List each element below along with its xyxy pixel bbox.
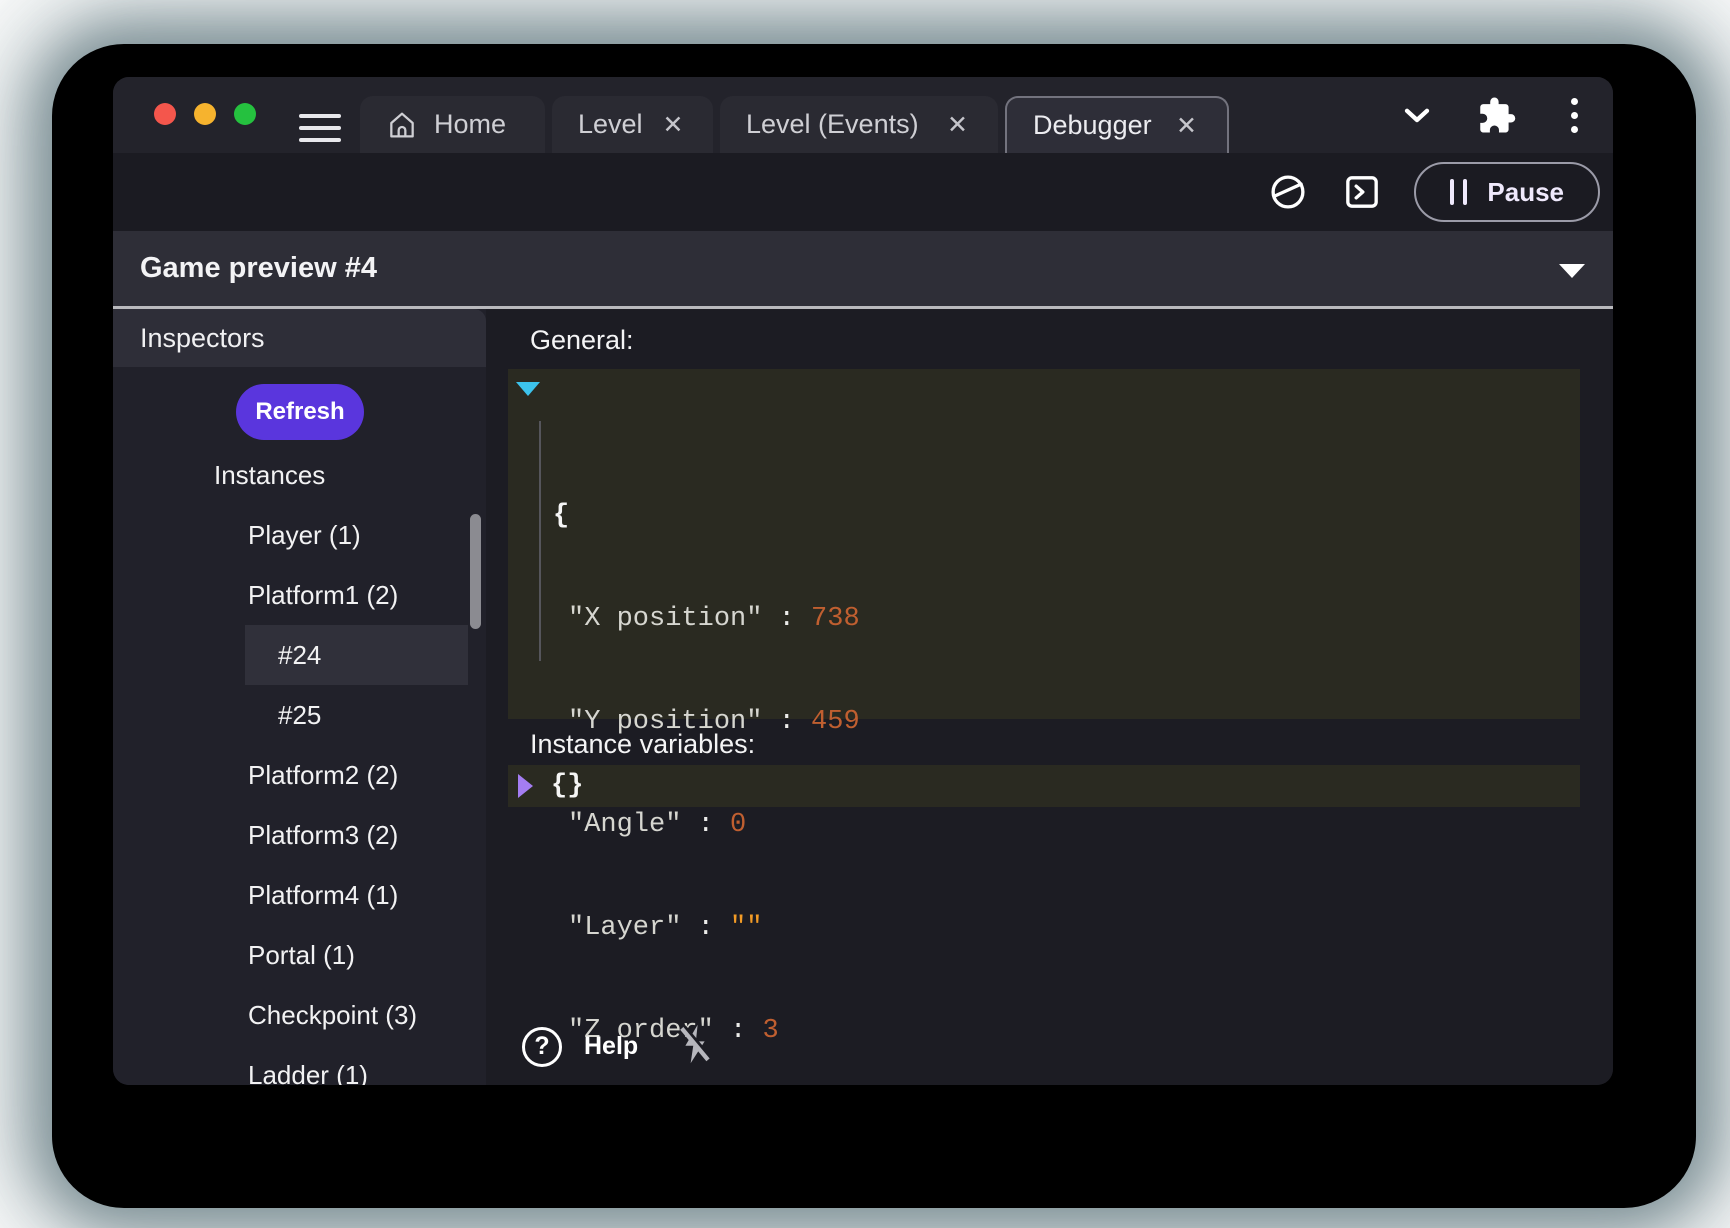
tree-item-checkpoint[interactable]: Checkpoint (3) — [113, 985, 486, 1045]
tab-debugger[interactable]: Debugger ✕ — [1005, 96, 1229, 153]
instances-tree: Instances Player (1) Platform1 (2) #24 #… — [113, 445, 486, 1085]
traffic-lights — [154, 103, 256, 125]
tree-item-player[interactable]: Player (1) — [113, 505, 486, 565]
tab-strip: Home Level ✕ Level (Events) ✕ Debugger ✕ — [360, 96, 1229, 153]
panel-footer: ? Help — [522, 1021, 716, 1072]
game-preview-selector[interactable]: Game preview #4 — [113, 231, 1613, 309]
tab-home[interactable]: Home — [360, 96, 545, 153]
tab-bar: Home Level ✕ Level (Events) ✕ Debugger ✕ — [113, 77, 1613, 153]
tree-item-ladder[interactable]: Ladder (1) — [113, 1045, 486, 1085]
instance-variables-heading: Instance variables: — [530, 729, 755, 760]
close-tab-icon[interactable]: ✕ — [659, 108, 688, 142]
tab-label: Level — [578, 109, 643, 140]
close-window-button[interactable] — [154, 103, 176, 125]
tree-expanded-arrow-icon[interactable] — [516, 382, 540, 396]
tree-item-instances[interactable]: Instances — [113, 445, 486, 505]
gdevelop-debugger-window: Home Level ✕ Level (Events) ✕ Debugger ✕ — [113, 77, 1613, 1085]
debugger-toolbar: Pause — [113, 153, 1613, 231]
profiler-gauge-icon[interactable] — [1266, 170, 1310, 214]
json-row-angle: "Angle" : 0 — [508, 803, 1580, 846]
inspectors-sidebar: Inspectors Refresh Instances Player (1) … — [113, 309, 486, 1085]
game-preview-title: Game preview #4 — [140, 252, 377, 285]
dropdown-caret-icon[interactable] — [1559, 264, 1585, 278]
tree-item-instance-25[interactable]: #25 — [113, 685, 486, 745]
hamburger-menu-icon[interactable] — [299, 114, 341, 142]
general-section-heading: General: — [530, 325, 634, 356]
close-tab-icon[interactable]: ✕ — [943, 108, 972, 142]
tree-item-platform1[interactable]: Platform1 (2) — [113, 565, 486, 625]
minimize-window-button[interactable] — [194, 103, 216, 125]
screenshot-stage: Home Level ✕ Level (Events) ✕ Debugger ✕ — [0, 0, 1730, 1228]
zoom-window-button[interactable] — [234, 103, 256, 125]
more-options-kebab-icon[interactable] — [1565, 77, 1584, 153]
tab-level[interactable]: Level ✕ — [552, 96, 713, 153]
close-tab-icon[interactable]: ✕ — [1172, 109, 1201, 143]
instance-variables-view: {} — [508, 765, 1580, 807]
sidebar-scrollbar-thumb[interactable] — [470, 514, 481, 629]
tree-collapsed-arrow-icon[interactable] — [518, 774, 533, 798]
tree-item-portal[interactable]: Portal (1) — [113, 925, 486, 985]
inspector-detail-panel: General: { "X position" : 738 "Y positio… — [486, 309, 1613, 1085]
flash-off-icon[interactable] — [674, 1021, 716, 1072]
help-question-icon[interactable]: ? — [522, 1027, 562, 1067]
extensions-puzzle-icon[interactable] — [1475, 77, 1517, 153]
inspectors-header: Inspectors — [113, 309, 486, 367]
pause-icon — [1450, 179, 1467, 205]
tree-item-platform2[interactable]: Platform2 (2) — [113, 745, 486, 805]
refresh-button[interactable]: Refresh — [236, 384, 364, 440]
pause-button[interactable]: Pause — [1414, 162, 1600, 222]
tab-label: Level (Events) — [746, 109, 919, 140]
json-row-x-position: "X position" : 738 — [508, 597, 1580, 640]
tab-level-events[interactable]: Level (Events) ✕ — [720, 96, 998, 153]
pause-button-label: Pause — [1487, 177, 1564, 208]
tree-item-platform4[interactable]: Platform4 (1) — [113, 865, 486, 925]
tree-item-platform3[interactable]: Platform3 (2) — [113, 805, 486, 865]
general-json-view: { "X position" : 738 "Y position" : 459 … — [508, 369, 1580, 719]
tab-label: Home — [434, 109, 506, 140]
empty-object: {} — [551, 771, 583, 801]
tree-item-instance-24[interactable]: #24 — [113, 625, 486, 685]
tabs-overflow-chevron-icon[interactable] — [1397, 77, 1437, 153]
tab-label: Debugger — [1033, 110, 1152, 141]
help-label[interactable]: Help — [584, 1032, 638, 1061]
debugger-content: Inspectors Refresh Instances Player (1) … — [113, 309, 1613, 1085]
console-icon[interactable] — [1340, 170, 1384, 214]
indent-guide — [539, 421, 541, 661]
inspectors-header-label: Inspectors — [140, 323, 265, 354]
json-row-layer: "Layer" : "" — [508, 906, 1580, 949]
home-icon — [386, 109, 418, 141]
